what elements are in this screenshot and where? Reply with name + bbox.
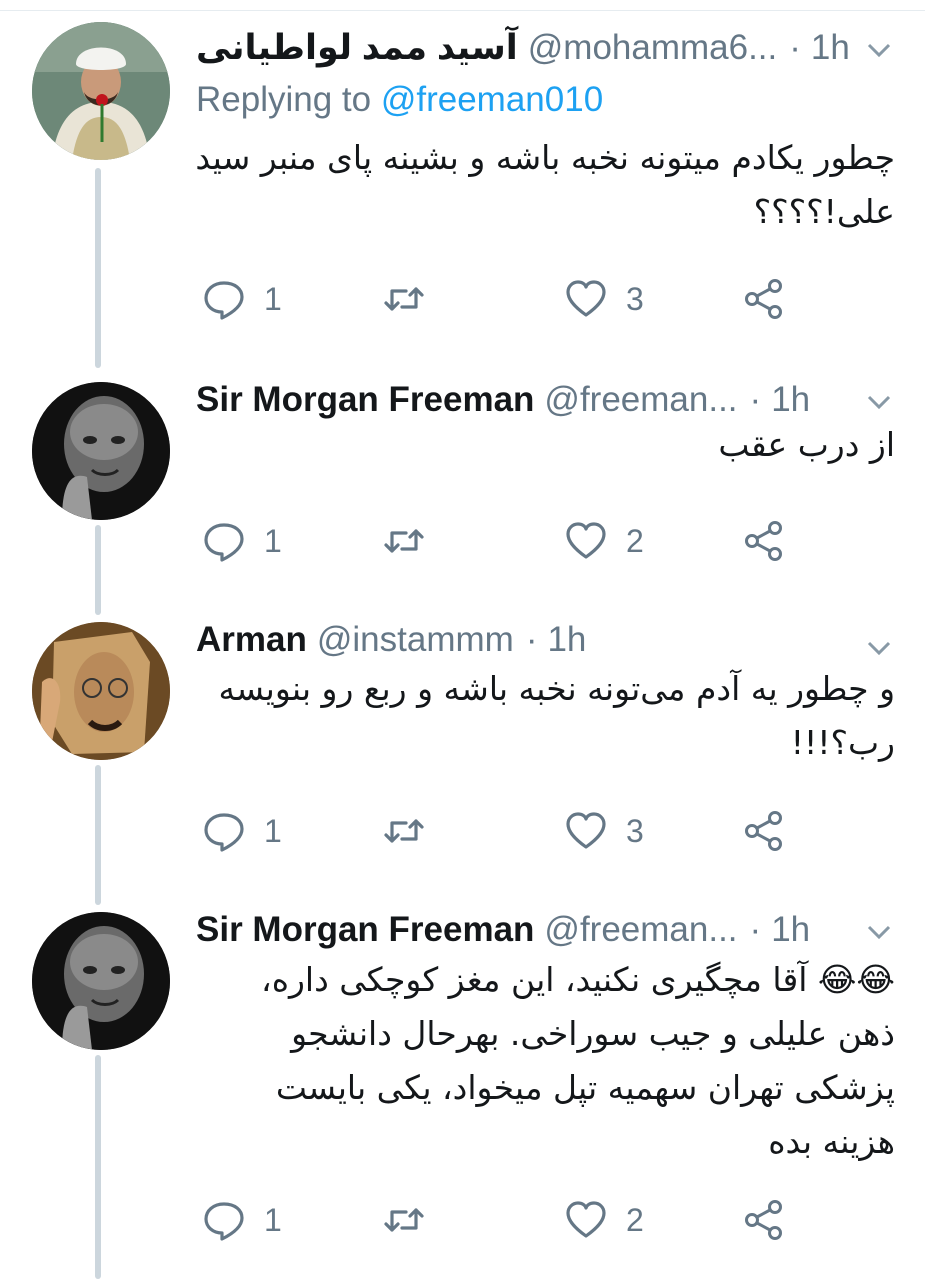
reply-count: 1 bbox=[264, 522, 282, 559]
user-handle[interactable]: @instammm bbox=[317, 620, 514, 660]
heart-icon bbox=[566, 812, 606, 849]
share-icon bbox=[745, 811, 782, 851]
chevron-down-icon[interactable] bbox=[859, 30, 899, 70]
share-icon bbox=[745, 279, 782, 319]
heart-icon bbox=[566, 522, 606, 559]
reply-button[interactable]: 1 bbox=[202, 1195, 282, 1245]
reply-icon bbox=[204, 281, 244, 320]
heart-icon bbox=[566, 280, 606, 317]
share-icon bbox=[745, 521, 782, 561]
tweet-actions: 1 3 bbox=[196, 274, 896, 324]
reply-count: 1 bbox=[264, 812, 282, 849]
user-handle[interactable]: @mohamma6... bbox=[528, 28, 778, 68]
tweet-actions: 1 3 bbox=[196, 806, 896, 856]
avatar[interactable] bbox=[32, 22, 170, 160]
tweet-text: و چطور یه آدم می‌تونه نخبه باشه و ربع رو… bbox=[218, 669, 895, 762]
reply-button[interactable]: 1 bbox=[202, 274, 282, 324]
tweet[interactable]: آسید ممد لواطیانی @mohamma6... · 1h Repl… bbox=[0, 0, 925, 360]
retweet-icon bbox=[384, 1208, 424, 1232]
timestamp[interactable]: 1h bbox=[811, 28, 850, 68]
tweet[interactable]: Sir Morgan Freeman @freeman... · 1h 😂😂 آ… bbox=[0, 895, 925, 1279]
retweet-button[interactable] bbox=[382, 516, 426, 566]
share-button[interactable] bbox=[742, 274, 786, 324]
avatar[interactable] bbox=[32, 622, 170, 760]
tweet-text: از درب عقب bbox=[718, 425, 895, 464]
reply-button[interactable]: 1 bbox=[202, 516, 282, 566]
share-button[interactable] bbox=[742, 516, 786, 566]
timestamp[interactable]: 1h bbox=[547, 620, 586, 660]
share-icon bbox=[745, 1200, 782, 1240]
chevron-down-icon[interactable] bbox=[859, 382, 899, 422]
tweet[interactable]: Sir Morgan Freeman @freeman... · 1h از د… bbox=[0, 360, 925, 605]
retweet-icon bbox=[384, 529, 424, 553]
separator-dot: · bbox=[525, 620, 538, 659]
tweet-header: آسید ممد لواطیانی @mohamma6... · 1h bbox=[196, 22, 905, 74]
retweet-button[interactable] bbox=[382, 1195, 426, 1245]
separator-dot: · bbox=[749, 910, 762, 949]
reply-count: 1 bbox=[264, 1201, 282, 1238]
like-count: 2 bbox=[626, 522, 644, 559]
user-handle[interactable]: @freeman... bbox=[544, 380, 737, 420]
timestamp[interactable]: 1h bbox=[771, 380, 810, 420]
separator-dot: · bbox=[749, 380, 762, 419]
like-button[interactable]: 3 bbox=[564, 274, 644, 324]
avatar[interactable] bbox=[32, 912, 170, 1050]
retweet-button[interactable] bbox=[382, 274, 426, 324]
replying-to-label: Replying to bbox=[196, 80, 372, 119]
like-count: 2 bbox=[626, 1201, 644, 1238]
user-handle[interactable]: @freeman... bbox=[544, 910, 737, 950]
reply-icon bbox=[204, 813, 244, 852]
tweet-actions: 1 2 bbox=[196, 1195, 896, 1245]
tweet-header: Arman @instammm · 1h bbox=[196, 614, 905, 666]
reply-icon bbox=[204, 523, 244, 562]
chevron-down-icon[interactable] bbox=[859, 912, 899, 952]
tweet-text: 😂😂 آقا مچگیری نکنید، این مغز کوچکی داره،… bbox=[261, 960, 895, 1161]
tweet-header: Sir Morgan Freeman @freeman... · 1h bbox=[196, 904, 905, 956]
display-name[interactable]: Arman bbox=[196, 620, 307, 660]
tweet[interactable]: Arman @instammm · 1h و چطور یه آدم می‌تو… bbox=[0, 605, 925, 895]
timestamp[interactable]: 1h bbox=[771, 910, 810, 950]
like-count: 3 bbox=[626, 812, 644, 849]
replying-to-handle[interactable]: @freeman010 bbox=[381, 80, 603, 119]
share-button[interactable] bbox=[742, 806, 786, 856]
tweet-text: چطور یکادم میتونه نخبه باشه و بشینه پای … bbox=[195, 138, 895, 231]
reply-button[interactable]: 1 bbox=[202, 806, 282, 856]
display-name[interactable]: آسید ممد لواطیانی bbox=[196, 28, 518, 68]
tweet-actions: 1 2 bbox=[196, 516, 896, 566]
like-button[interactable]: 2 bbox=[564, 516, 644, 566]
like-button[interactable]: 2 bbox=[564, 1195, 644, 1245]
replying-to: Replying to @freeman010 bbox=[196, 80, 603, 120]
reply-count: 1 bbox=[264, 280, 282, 317]
display-name[interactable]: Sir Morgan Freeman bbox=[196, 910, 534, 950]
reply-icon bbox=[204, 1202, 244, 1241]
retweet-icon bbox=[384, 819, 424, 843]
share-button[interactable] bbox=[742, 1195, 786, 1245]
separator-dot: · bbox=[789, 28, 801, 67]
avatar[interactable] bbox=[32, 382, 170, 520]
like-button[interactable]: 3 bbox=[564, 806, 644, 856]
retweet-icon bbox=[384, 287, 424, 311]
heart-icon bbox=[566, 1201, 606, 1238]
retweet-button[interactable] bbox=[382, 806, 426, 856]
like-count: 3 bbox=[626, 280, 644, 317]
display-name[interactable]: Sir Morgan Freeman bbox=[196, 380, 534, 420]
